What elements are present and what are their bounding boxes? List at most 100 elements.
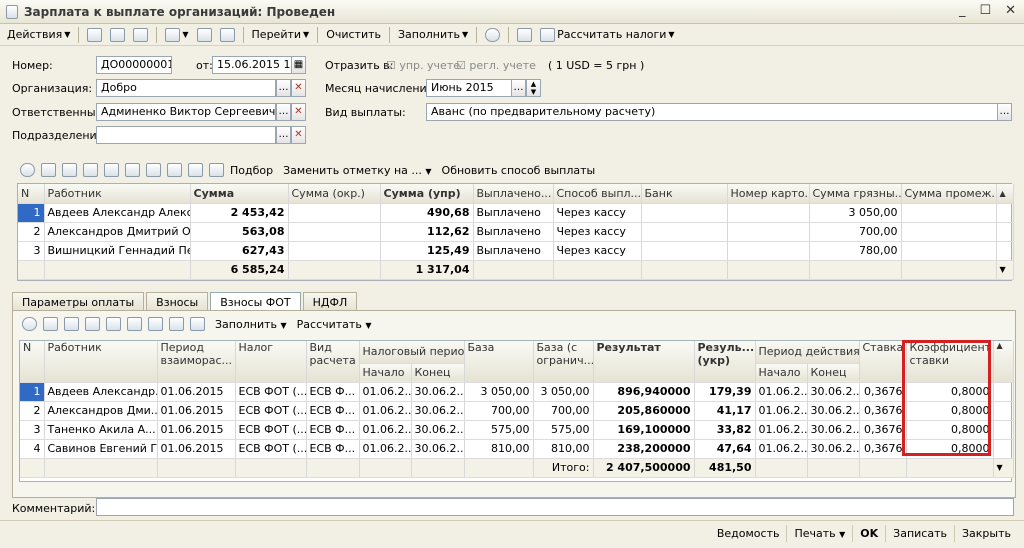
table-cell[interactable]: ЕСВ Ф... — [306, 439, 360, 459]
table-cell[interactable]: 30.06.2... — [411, 420, 465, 440]
table-cell[interactable]: 490,68 — [380, 203, 474, 223]
date-field[interactable]: 15.06.2015 11:0 — [212, 56, 292, 74]
table-cell[interactable]: ЕСВ ФОТ (... — [235, 420, 307, 440]
table-cell[interactable] — [288, 222, 381, 242]
list-icon[interactable] — [514, 27, 535, 43]
col-n[interactable]: N — [20, 341, 45, 383]
fill-menu[interactable]: Заполнить ▼ — [395, 27, 471, 42]
table-cell[interactable]: 169,100000 — [593, 420, 695, 440]
table-cell[interactable]: 3 — [20, 420, 45, 440]
table-cell[interactable]: 1 — [18, 203, 45, 223]
col-sum-rounded[interactable]: Сумма (окр.) — [288, 184, 381, 204]
table-cell[interactable]: 01.06.2... — [359, 382, 412, 402]
copy-icon[interactable] — [130, 27, 151, 43]
table-cell[interactable]: ЕСВ ФОТ (... — [235, 439, 307, 459]
col-n[interactable]: N — [18, 184, 45, 204]
col-tax[interactable]: Налог — [235, 341, 307, 383]
tab-payment-params[interactable]: Параметры оплаты — [12, 292, 145, 312]
table-cell[interactable] — [901, 222, 997, 242]
table-cell[interactable]: 896,940000 — [593, 382, 695, 402]
table-cell[interactable] — [901, 241, 997, 261]
table-cell[interactable]: ЕСВ ФОТ (... — [235, 401, 307, 421]
number-field[interactable]: ДО00000001 — [96, 56, 172, 74]
edit-icon[interactable] — [62, 163, 77, 177]
table-cell[interactable]: 125,49 — [380, 241, 474, 261]
month-select-button[interactable]: … — [511, 79, 526, 97]
table-cell[interactable]: 3 050,00 — [464, 382, 534, 402]
col-sum-upr[interactable]: Сумма (упр) — [380, 184, 474, 204]
table-cell[interactable] — [727, 203, 810, 223]
table-cell[interactable] — [641, 241, 728, 261]
delete-icon[interactable] — [83, 163, 98, 177]
table-row[interactable]: 2 Александров Дми... 01.06.2015 ЕСВ ФОТ (..… — [20, 401, 1014, 421]
table-row[interactable]: 3Вишницкий Геннадий Пет...627,43 125,49Вы… — [18, 241, 1014, 261]
close-icon[interactable]: ✕ — [1005, 3, 1016, 18]
scroll-down-icon[interactable]: ▼ — [993, 458, 1014, 478]
table-cell[interactable]: Выплачено — [473, 222, 554, 242]
tab-ndfl[interactable]: НДФЛ — [302, 292, 358, 312]
table-cell[interactable]: 2 453,42 — [190, 203, 289, 223]
col-calc-type[interactable]: Вид расчета — [306, 341, 360, 383]
print-menu[interactable]: Печать ▼ — [786, 525, 852, 542]
table-cell[interactable]: ЕСВ Ф... — [306, 401, 360, 421]
org-select-button[interactable]: … — [276, 79, 291, 97]
calendar-icon[interactable]: ▦ — [291, 56, 306, 74]
table-cell[interactable]: ЕСВ Ф... — [306, 382, 360, 402]
org-clear-icon[interactable]: ✕ — [291, 79, 306, 97]
unpost-icon[interactable] — [107, 27, 128, 43]
table-cell[interactable]: 0,3676 — [859, 382, 907, 402]
resp-select-button[interactable]: … — [276, 103, 291, 121]
table-cell[interactable]: 30.06.2... — [807, 420, 860, 440]
table-cell[interactable]: 01.06.2... — [755, 420, 808, 440]
table-row[interactable]: 1 Авдеев Александр Алекс... 2 453,42 490,68… — [18, 203, 1014, 223]
table-cell[interactable]: 30.06.2... — [807, 439, 860, 459]
table-cell[interactable]: 238,200000 — [593, 439, 695, 459]
table-cell[interactable]: 3 050,00 — [533, 382, 594, 402]
table-cell[interactable]: 3 — [18, 241, 45, 261]
structure-icon[interactable] — [194, 27, 215, 43]
table-cell[interactable]: 700,00 — [533, 401, 594, 421]
sort-asc-icon[interactable] — [169, 317, 184, 331]
regl-checkbox[interactable]: ☑ регл. учете — [456, 59, 536, 72]
table-cell[interactable]: 01.06.2015 — [157, 401, 236, 421]
col-sum[interactable]: Сумма — [190, 184, 289, 204]
edit-icon[interactable] — [64, 317, 79, 331]
calc-taxes-menu[interactable]: Рассчитать налоги ▼ — [537, 27, 677, 43]
tab-fot-contributions[interactable]: Взносы ФОТ — [210, 292, 301, 312]
table-cell[interactable]: 01.06.2... — [755, 382, 808, 402]
copy-row-icon[interactable] — [43, 317, 58, 331]
help-icon[interactable] — [482, 27, 503, 43]
table-cell[interactable] — [288, 241, 381, 261]
table-cell[interactable]: Таненко Акила А... — [44, 420, 158, 440]
table-cell[interactable]: 780,00 — [809, 241, 902, 261]
delete-icon[interactable] — [85, 317, 100, 331]
scrollbar-track[interactable] — [996, 222, 1014, 242]
table-cell[interactable]: 0,3676 — [859, 401, 907, 421]
dept-field[interactable] — [96, 126, 276, 144]
add-icon[interactable] — [20, 163, 35, 177]
table-cell[interactable]: 30.06.2... — [411, 401, 465, 421]
table-cell[interactable]: 01.06.2... — [359, 439, 412, 459]
table-cell[interactable]: 01.06.2015 — [157, 382, 236, 402]
scroll-up-icon[interactable]: ▲ — [996, 184, 1014, 204]
clear-button[interactable]: Очистить — [323, 27, 384, 42]
save-button[interactable]: Записать — [885, 525, 954, 542]
calc-menu[interactable]: Рассчитать ▼ — [297, 318, 372, 331]
table-cell[interactable]: Александров Дми... — [44, 401, 158, 421]
table-cell[interactable] — [288, 203, 381, 223]
fill-menu-2[interactable]: Заполнить ▼ — [215, 318, 287, 331]
table-cell[interactable]: 01.06.2... — [359, 420, 412, 440]
col-pay-method[interactable]: Способ выпл... — [553, 184, 642, 204]
table-cell[interactable]: 47,64 — [694, 439, 756, 459]
table-cell[interactable]: 30.06.2... — [807, 382, 860, 402]
table-cell[interactable] — [641, 222, 728, 242]
table-cell[interactable]: 627,43 — [190, 241, 289, 261]
table-cell[interactable]: 01.06.2... — [755, 439, 808, 459]
col-tax-period[interactable]: Налоговый период — [359, 341, 465, 364]
col-interim-sum[interactable]: Сумма промеж... — [901, 184, 997, 204]
table-cell[interactable]: 1 — [20, 382, 45, 402]
scrollbar-track[interactable] — [993, 420, 1014, 440]
update-paymethod-button[interactable]: Обновить способ выплаты — [442, 164, 596, 177]
end-edit-icon[interactable] — [104, 163, 119, 177]
copy-row-icon[interactable] — [41, 163, 56, 177]
